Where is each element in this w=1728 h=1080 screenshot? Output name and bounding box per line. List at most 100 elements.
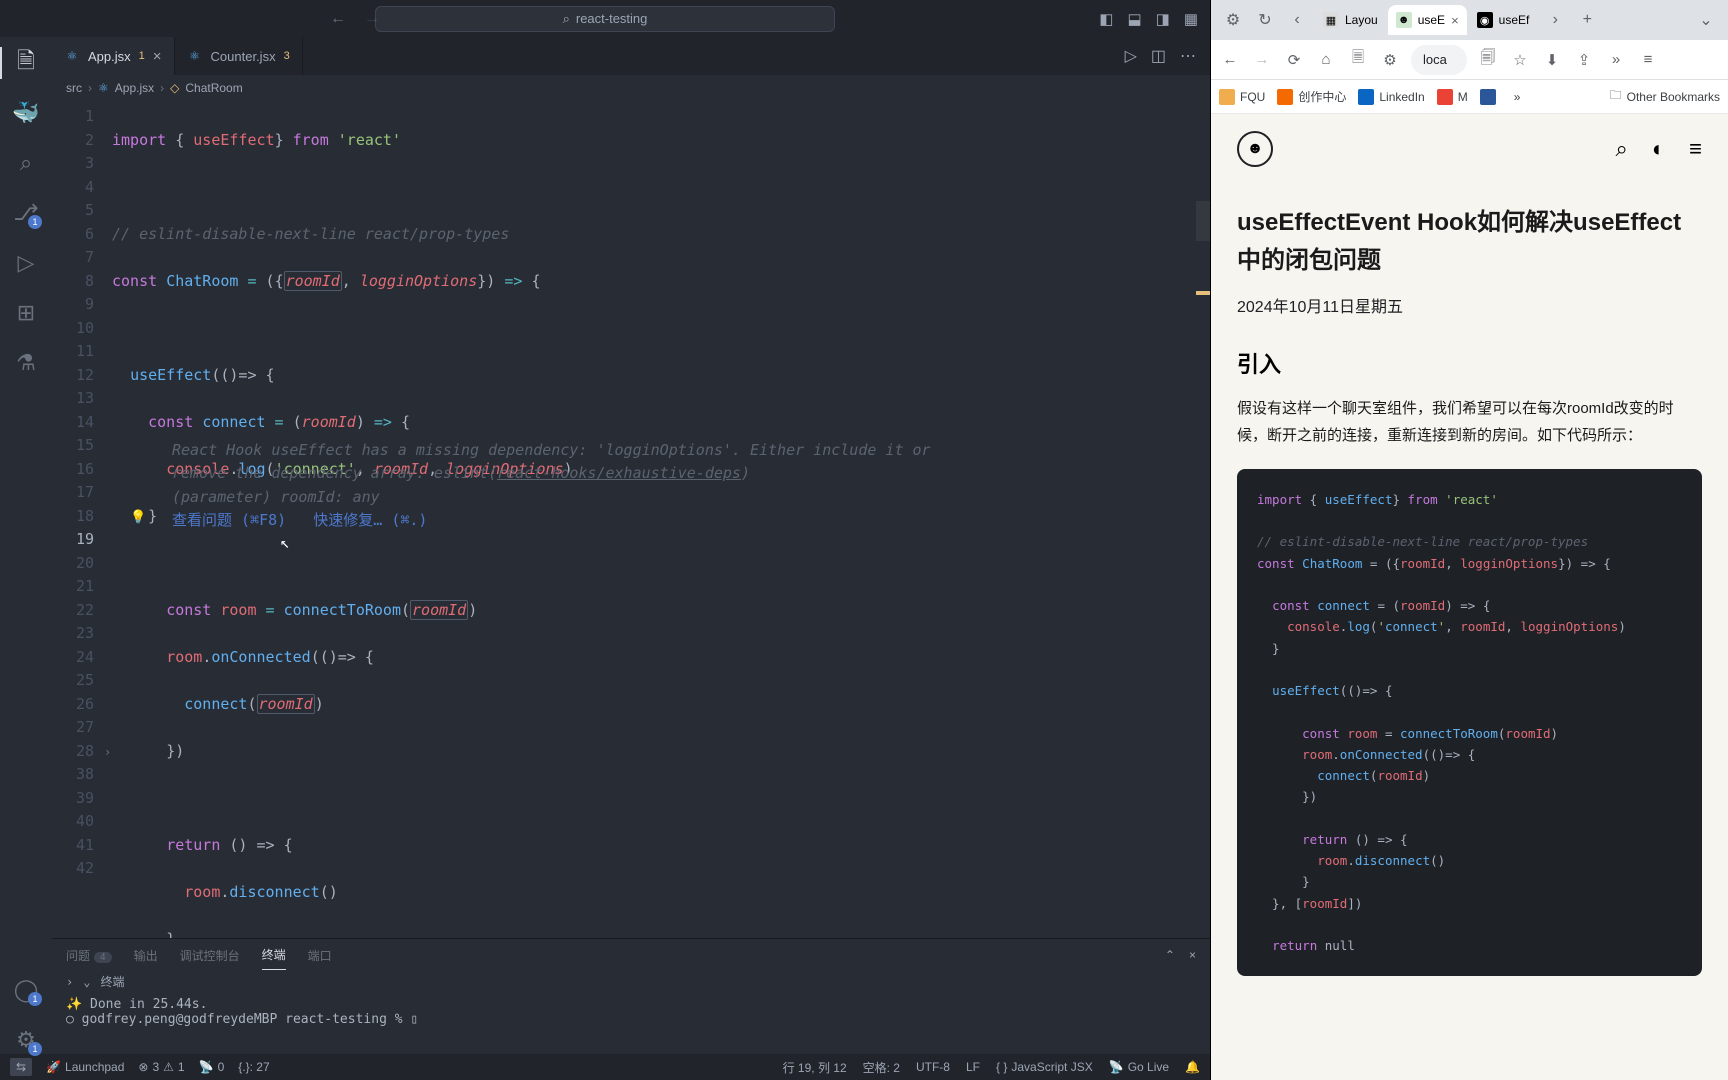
extensions-icon[interactable]: ⊞	[12, 299, 40, 327]
tab-label: App.jsx	[88, 49, 131, 64]
cursor-pos[interactable]: 行 19, 列 12	[783, 1059, 847, 1076]
terminal[interactable]: › ⌄ 终端 ✨ Done in 25.44s. ○ godfrey.peng@…	[52, 971, 1210, 1054]
ext-icon[interactable]: ⚙	[1219, 6, 1247, 34]
tab-app-jsx[interactable]: ⚛ App.jsx 1 ×	[52, 37, 175, 75]
panel-left-icon[interactable]: ◧	[1099, 10, 1113, 28]
braces-count[interactable]: {.}: 27	[238, 1060, 269, 1074]
docker-icon[interactable]: 🐳	[12, 99, 40, 127]
other-bookmarks[interactable]: 🗀 Other Bookmarks	[1610, 86, 1720, 107]
bookmark[interactable]: M	[1437, 89, 1468, 105]
tab-terminal[interactable]: 终端	[262, 940, 286, 970]
star-icon[interactable]: ☆	[1509, 51, 1531, 69]
code[interactable]: import { useEffect} from 'react' // esli…	[112, 101, 1210, 938]
settings-gear-icon[interactable]: ⚙1	[12, 1026, 40, 1054]
tab-counter-jsx[interactable]: ⚛ Counter.jsx 3	[175, 37, 303, 75]
chevron-right-icon: ›	[160, 81, 164, 95]
panel-right-icon[interactable]: ◨	[1156, 10, 1170, 28]
test-icon[interactable]: ⚗	[12, 349, 40, 377]
tab-problems[interactable]: 问题4	[66, 941, 112, 970]
status-bar: ⇆ 🚀 Launchpad ⊗ 3 ⚠ 1 📡 0 {.}: 27 行 19, …	[0, 1054, 1210, 1080]
page-content[interactable]: ☻ ⌕ ◐ ≡ useEffectEvent Hook如何解决useEffect…	[1211, 114, 1728, 1080]
close-icon[interactable]: ×	[1451, 13, 1459, 28]
more-icon[interactable]: ⋯	[1180, 46, 1196, 66]
symbol-icon: ◇	[170, 81, 179, 95]
editor[interactable]: 1234567891011121314151617181920212223242…	[52, 101, 1210, 938]
run-icon[interactable]: ▷	[1125, 46, 1137, 66]
menu-icon[interactable]: ≡	[1689, 136, 1702, 162]
lang-mode[interactable]: { } JavaScript JSX	[996, 1060, 1093, 1074]
lightbulb-icon[interactable]: 💡	[130, 506, 146, 530]
bookmarks-bar: FQU 创作中心 LinkedIn M » 🗀 Other Bookmarks	[1211, 80, 1728, 114]
nav-arrows: ← →	[330, 10, 380, 28]
blog-header: ☻ ⌕ ◐ ≡	[1211, 114, 1728, 184]
nav-fwd-icon[interactable]: →	[1251, 51, 1273, 68]
close-icon[interactable]: ×	[153, 48, 162, 65]
url-input[interactable]: loca	[1411, 45, 1467, 75]
home-icon[interactable]: ⌂	[1315, 51, 1337, 68]
more-icon[interactable]: »	[1514, 90, 1521, 104]
site-info-icon[interactable]: 🗏	[1347, 47, 1369, 72]
explorer-icon[interactable]: 🗎	[12, 49, 40, 77]
indent[interactable]: 空格: 2	[863, 1059, 900, 1076]
command-center[interactable]: ⌕ react-testing	[375, 6, 835, 32]
history-icon[interactable]: ↻	[1251, 6, 1279, 34]
bc-symbol: ChatRoom	[185, 81, 242, 95]
panel-bottom-icon[interactable]: ⬓	[1127, 10, 1141, 28]
gutter: 1234567891011121314151617181920212223242…	[52, 101, 112, 938]
tab-prev-icon[interactable]: ‹	[1283, 6, 1311, 34]
share-icon[interactable]: ⇪	[1573, 51, 1595, 69]
layout-grid-icon[interactable]: ▦	[1184, 10, 1198, 28]
tab-ports[interactable]: 端口	[308, 941, 332, 970]
tab-list-icon[interactable]: ⌄	[1692, 6, 1720, 34]
nav-fwd-icon[interactable]: →	[364, 10, 380, 28]
layout-controls: ◧ ⬓ ◨ ▦	[1099, 10, 1198, 28]
theme-toggle-icon[interactable]: ◐	[1652, 136, 1665, 162]
panel-tabs: 问题4 输出 调试控制台 终端 端口 ⌃ ×	[52, 939, 1210, 971]
nav-back-icon[interactable]: ←	[1219, 51, 1241, 68]
split-icon[interactable]: ◫	[1151, 46, 1166, 66]
reader-icon[interactable]: 🗐	[1477, 47, 1499, 72]
bookmark[interactable]: 创作中心	[1277, 88, 1346, 105]
new-tab-icon[interactable]: +	[1573, 6, 1601, 34]
browser-tab-active[interactable]: ☻useE×	[1388, 5, 1467, 35]
chevron-right-icon[interactable]: ›	[66, 975, 73, 989]
minimap[interactable]	[1196, 101, 1210, 938]
tab-debug-console[interactable]: 调试控制台	[180, 941, 240, 970]
search-icon[interactable]: ⌕	[12, 149, 40, 177]
reload-icon[interactable]: ⟳	[1283, 51, 1305, 69]
debug-icon[interactable]: ▷	[12, 249, 40, 277]
search-icon[interactable]: ⌕	[1616, 136, 1628, 162]
breadcrumb[interactable]: src › ⚛ App.jsx › ◇ ChatRoom	[52, 75, 1210, 101]
source-control-icon[interactable]: ⎇1	[12, 199, 40, 227]
chevron-down-icon[interactable]: ⌄	[83, 975, 90, 989]
browser-tab[interactable]: ◉useEf	[1469, 5, 1538, 35]
tab-problem-count: 1	[139, 50, 145, 62]
account-icon[interactable]: ◯1	[12, 976, 40, 1004]
close-icon[interactable]: ×	[1189, 948, 1196, 962]
nav-back-icon[interactable]: ←	[330, 10, 346, 28]
tune-icon[interactable]: ⚙	[1379, 51, 1401, 69]
notifications-icon[interactable]: 🔔	[1185, 1060, 1200, 1074]
code-block[interactable]: import { useEffect} from 'react' // esli…	[1237, 469, 1702, 977]
go-live[interactable]: 📡 Go Live	[1109, 1060, 1169, 1074]
tab-output[interactable]: 输出	[134, 941, 158, 970]
article-title: useEffectEvent Hook如何解决useEffect中的闭包问题	[1237, 204, 1702, 281]
blog-logo[interactable]: ☻	[1237, 131, 1273, 167]
bookmark[interactable]: LinkedIn	[1358, 89, 1424, 105]
fold-icon[interactable]: ›	[104, 741, 111, 765]
menu-icon[interactable]: ≡	[1637, 51, 1659, 68]
remote-indicator[interactable]: ⇆	[10, 1058, 32, 1076]
ports[interactable]: 📡 0	[199, 1060, 225, 1074]
tab-next-icon[interactable]: ›	[1541, 6, 1569, 34]
search-icon: ⌕	[563, 11, 570, 27]
bookmark[interactable]: FQU	[1219, 89, 1265, 105]
more-icon[interactable]: »	[1605, 51, 1627, 68]
eol[interactable]: LF	[966, 1060, 980, 1074]
bookmark[interactable]	[1480, 89, 1496, 105]
download-icon[interactable]: ⬇	[1541, 51, 1563, 69]
encoding[interactable]: UTF-8	[916, 1060, 950, 1074]
chevron-up-icon[interactable]: ⌃	[1165, 948, 1175, 962]
launchpad[interactable]: 🚀 Launchpad	[46, 1060, 124, 1074]
errors[interactable]: ⊗ 3 ⚠ 1	[138, 1060, 184, 1074]
browser-tab[interactable]: ▦Layou	[1315, 5, 1386, 35]
